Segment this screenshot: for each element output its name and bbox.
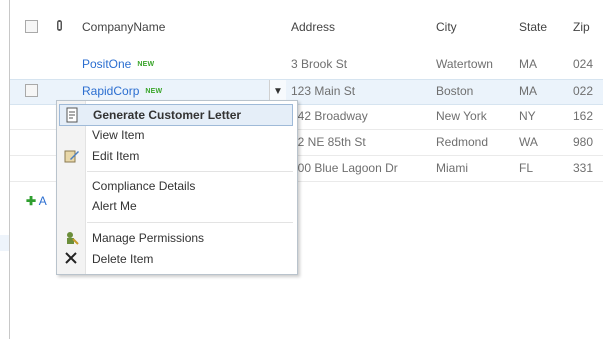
plus-icon: ✚ — [26, 194, 37, 208]
address-cell: 123 Main St — [291, 84, 356, 98]
zip-cell: 331 — [573, 161, 594, 175]
document-icon — [65, 107, 81, 123]
menu-item-compliance-details[interactable]: Compliance Details — [59, 176, 293, 196]
column-header-city[interactable]: City — [436, 20, 457, 34]
state-cell: NY — [519, 109, 536, 123]
state-cell: MA — [519, 84, 537, 98]
menu-separator — [87, 171, 293, 172]
list-header: CompanyName Address City State Zip — [10, 18, 603, 42]
address-cell: 3 Brook St — [291, 57, 348, 71]
row-checkbox[interactable] — [25, 84, 38, 100]
city-cell: Redmond — [436, 135, 489, 149]
delete-x-icon — [64, 251, 80, 267]
menu-item-alert-me[interactable]: Alert Me — [59, 196, 293, 216]
new-badge: NEW — [145, 88, 163, 95]
city-cell: Boston — [436, 84, 474, 98]
city-cell: New York — [436, 109, 487, 123]
company-link[interactable]: RapidCorp NEW — [82, 84, 162, 98]
menu-separator — [87, 222, 293, 223]
edit-icon — [64, 148, 80, 164]
address-cell: 242 Broadway — [291, 109, 368, 123]
zip-cell: 024 — [573, 57, 594, 71]
menu-item-edit-item[interactable]: Edit Item — [59, 146, 293, 166]
menu-item-generate-customer-letter[interactable]: Generate Customer Letter — [59, 104, 293, 126]
zip-cell: 980 — [573, 135, 594, 149]
menu-item-delete-item[interactable]: Delete Item — [59, 249, 293, 269]
item-context-menu: Generate Customer Letter View Item Edit … — [56, 100, 298, 275]
state-cell: WA — [519, 135, 538, 149]
list-view-frame: CompanyName Address City State Zip Posit… — [9, 0, 603, 339]
column-header-zip[interactable]: Zip — [573, 20, 590, 34]
state-cell: FL — [519, 161, 534, 175]
select-all-checkbox[interactable] — [25, 20, 38, 36]
chevron-down-icon: ▼ — [273, 86, 283, 97]
city-cell: Watertown — [436, 57, 493, 71]
state-cell: MA — [519, 57, 537, 71]
add-new-item-link[interactable]: ✚ A — [26, 194, 47, 208]
menu-item-view-item[interactable]: View Item — [59, 125, 293, 145]
zip-cell: 162 — [573, 109, 594, 123]
company-link[interactable]: PositOne NEW — [82, 57, 154, 71]
column-header-state[interactable]: State — [519, 20, 547, 34]
column-header-address[interactable]: Address — [291, 20, 335, 34]
paperclip-icon — [56, 20, 63, 34]
address-cell: 12 NE 85th St — [291, 135, 366, 149]
left-nav-edge — [0, 235, 9, 251]
city-cell: Miami — [436, 161, 468, 175]
permissions-icon — [64, 230, 80, 246]
address-cell: 500 Blue Lagoon Dr — [291, 161, 398, 175]
zip-cell: 022 — [573, 84, 594, 98]
new-badge: NEW — [137, 61, 155, 68]
table-row: PositOne NEW 3 Brook St Watertown MA 024 — [10, 53, 603, 77]
menu-item-manage-permissions[interactable]: Manage Permissions — [59, 228, 293, 248]
column-header-companyname[interactable]: CompanyName — [82, 20, 165, 34]
